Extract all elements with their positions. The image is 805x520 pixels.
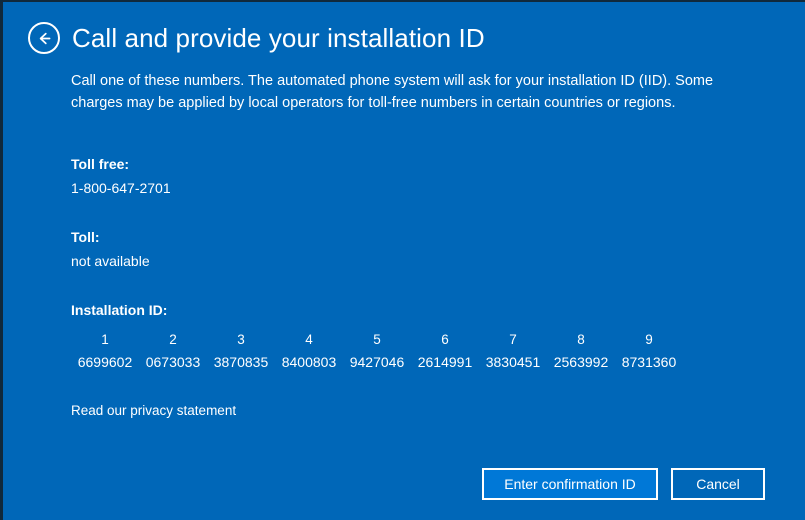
toll-free-section: Toll free: 1-800-647-2701 <box>71 155 751 198</box>
iid-group: 2563992 <box>553 353 609 370</box>
iid-index: 4 <box>305 331 313 347</box>
iid-group: 8400803 <box>281 353 337 370</box>
iid-group: 9427046 <box>349 353 405 370</box>
iid-index: 7 <box>509 331 517 347</box>
iid-group: 3830451 <box>485 353 541 370</box>
iid-index: 9 <box>645 331 653 347</box>
intro-text: Call one of these numbers. The automated… <box>71 73 714 112</box>
iid-index: 8 <box>577 331 585 347</box>
toll-free-label: Toll free: <box>71 155 130 172</box>
iid-index: 6 <box>441 331 449 347</box>
enter-confirmation-id-button[interactable]: Enter confirmation ID <box>482 468 658 500</box>
installation-id-section: Installation ID: 1 2 3 4 5 6 7 8 9 66996… <box>71 301 751 373</box>
privacy-statement-link[interactable]: Read our privacy statement <box>71 403 236 418</box>
iid-index: 1 <box>101 331 109 347</box>
toll-number: not available <box>71 252 150 269</box>
activation-dialog: Call and provide your installation ID Ca… <box>0 0 805 520</box>
page-title: Call and provide your installation ID <box>72 23 485 53</box>
cancel-button[interactable]: Cancel <box>671 468 765 500</box>
iid-index: 5 <box>373 331 381 347</box>
iid-group: 2614991 <box>417 353 473 370</box>
dialog-header: Call and provide your installation ID <box>28 22 485 54</box>
toll-label: Toll: <box>71 229 100 246</box>
installation-id-grid: 1 2 3 4 5 6 7 8 9 6699602 0673033 387083… <box>71 329 751 373</box>
dialog-content: Call one of these numbers. The automated… <box>71 70 751 420</box>
iid-index: 3 <box>237 331 245 347</box>
back-arrow-circle-icon[interactable] <box>28 22 60 54</box>
iid-index: 2 <box>169 331 177 347</box>
iid-group: 6699602 <box>77 353 133 370</box>
iid-group: 8731360 <box>621 353 677 370</box>
iid-group: 3870835 <box>213 353 269 370</box>
toll-free-number: 1-800-647-2701 <box>71 179 171 196</box>
toll-section: Toll: not available <box>71 228 751 271</box>
dialog-footer: Enter confirmation ID Cancel <box>482 468 765 500</box>
iid-group: 0673033 <box>145 353 201 370</box>
installation-id-label: Installation ID: <box>71 302 168 319</box>
